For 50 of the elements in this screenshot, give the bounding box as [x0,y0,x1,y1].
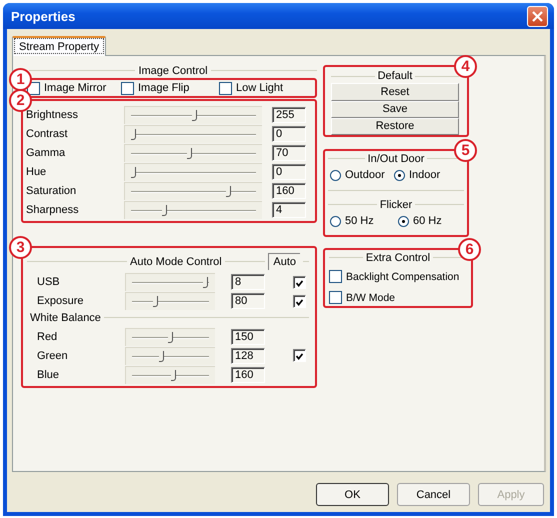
value-field[interactable]: 255 [272,106,306,122]
callout-number: 6 [458,238,481,261]
slider-label: Gamma [26,146,66,158]
default-button[interactable]: Reset [331,83,459,101]
slider-label: Sharpness [26,204,80,216]
callout-number: 1 [9,68,32,91]
value-field[interactable]: 70 [272,144,306,160]
slider-label: Contrast [26,128,69,140]
value-field[interactable]: 160 [272,182,306,198]
dialog-button[interactable]: OK [316,483,389,506]
dialog-button[interactable]: Cancel [397,483,470,506]
value-field[interactable]: 128 [231,348,265,364]
radio-label: 60 Hz [413,215,442,227]
column-header: Auto [268,253,300,270]
group-title: White Balance [30,312,101,324]
group-title: Image Control [138,64,208,76]
slider-label: Red [37,330,58,343]
value-field[interactable]: 0 [272,126,306,142]
value-field[interactable]: 0 [272,164,306,180]
radio-label: Outdoor [345,169,385,181]
default-button[interactable]: Restore [331,118,459,135]
tab[interactable]: Stream Property [12,36,106,56]
radio-label: 50 Hz [345,215,374,227]
radio-label: Indoor [409,169,440,181]
slider-label: Saturation [26,184,78,196]
slider-label: Hue [26,166,48,178]
default-button[interactable]: Save [331,100,459,118]
checkbox-label: Image Flip [138,82,190,94]
slider-label: Green [37,350,69,362]
slider-label: Exposure [37,295,84,308]
slider-label: USB [37,276,61,288]
group-title: In/Out Door [368,152,424,164]
value-field[interactable]: 80 [231,293,265,310]
group-title: Flicker [380,198,412,210]
callout-number: 5 [454,139,477,162]
value-field[interactable]: 8 [231,274,265,290]
checkbox-label: B/W Mode [346,292,396,304]
value-field[interactable]: 150 [231,328,265,345]
checkbox-label: Backlight Compensation [346,270,460,282]
value-field[interactable]: 4 [272,202,306,218]
checkbox-label: Low Light [236,82,284,94]
window-title: Properties [11,8,76,24]
group-title: Auto Mode Control [130,256,222,268]
callout-number: 3 [9,236,32,259]
value-field[interactable]: 160 [231,366,265,383]
group-title: Default [378,70,412,82]
checkbox-label: Image Mirror [44,82,106,94]
callout-number: 4 [454,55,477,78]
group-title: Extra Control [366,252,430,264]
slider-label: Blue [37,368,60,381]
